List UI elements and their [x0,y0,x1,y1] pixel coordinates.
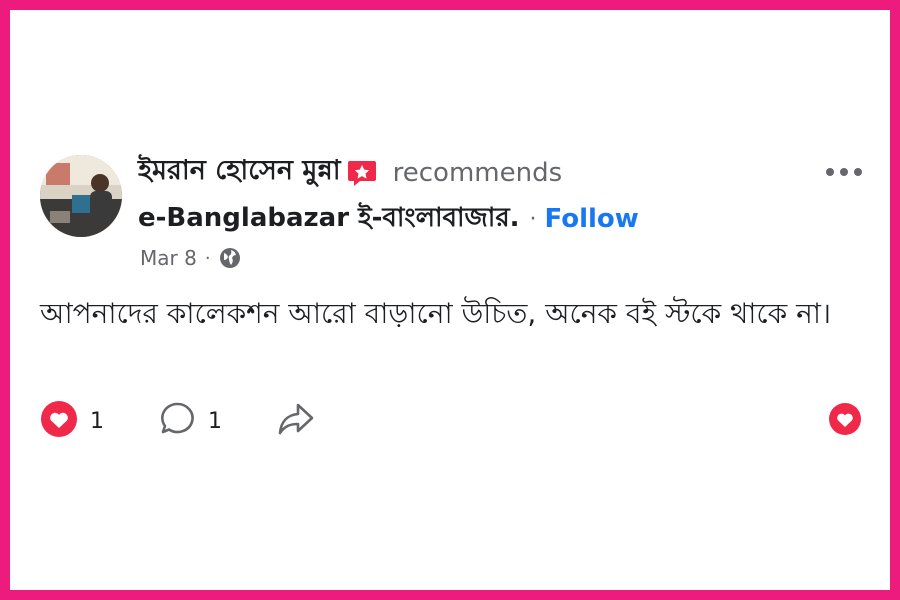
avatar[interactable] [40,155,122,237]
action-bar: 1 1 [40,400,316,442]
post-header-line: ইমরান হোসেন মুন্না recommends [138,150,562,195]
post-text: আপনাদের কালেকশন আরো বাড়ানো উচিত, অনেক ব… [40,297,831,330]
avatar-photo [40,155,122,237]
page-line: e-Banglabazar ই-বাংলাবাজার. · Follow [138,197,639,241]
date-separator: · [204,247,211,269]
post-meta: Mar 8 · [140,246,241,270]
share-icon [276,401,316,441]
globe-icon [219,247,241,269]
post-date[interactable]: Mar 8 [140,246,197,270]
share-button[interactable] [276,401,316,441]
love-reaction-icon [40,400,78,442]
comments-count: 1 [208,408,222,434]
more-options-icon[interactable] [826,168,862,176]
comment-icon [158,400,196,442]
reactions-count: 1 [90,408,104,434]
love-icon [829,403,861,435]
love-reaction-button[interactable]: 1 [40,400,104,442]
author-name[interactable]: ইমরান হোসেন মুন্না [138,150,341,195]
review-post-card: ইমরান হোসেন মুন্না recommends e-Banglaba… [10,10,890,590]
follow-button[interactable]: Follow [545,204,639,234]
comment-button[interactable]: 1 [158,400,222,442]
separator: · [529,206,537,232]
recommends-text: recommends [392,157,563,188]
love-react-button[interactable] [828,402,862,440]
page-name[interactable]: e-Banglabazar ই-বাংলাবাজার. [138,197,520,241]
recommend-badge-icon [347,159,377,187]
